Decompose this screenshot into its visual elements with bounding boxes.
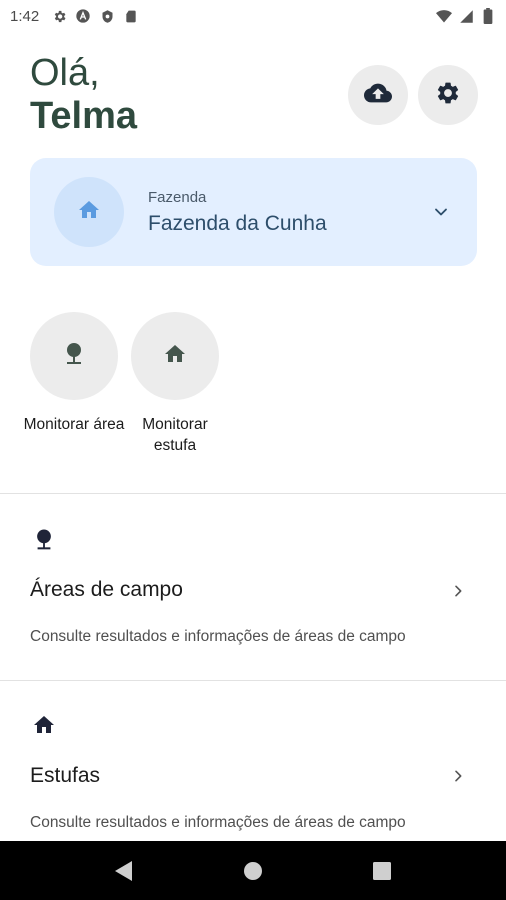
user-name: Telma (30, 95, 138, 137)
back-icon[interactable] (109, 856, 139, 886)
farm-name: Fazenda da Cunha (148, 211, 327, 235)
battery-icon (480, 8, 496, 24)
quick-action-circle (30, 312, 118, 400)
section-description: Consulte resultados e informações de áre… (30, 814, 406, 831)
quick-action-circle (131, 312, 219, 400)
tree-icon (62, 341, 86, 372)
section-greenhouses[interactable]: Estufas Consulte resultados e informaçõe… (0, 681, 506, 841)
settings-button[interactable] (418, 65, 478, 125)
chevron-down-icon (429, 200, 453, 224)
cloud-upload-icon (364, 79, 392, 112)
farm-selector[interactable]: Fazenda Fazenda da Cunha (30, 158, 477, 266)
cloud-upload-button[interactable] (348, 65, 408, 125)
section-title: Estufas (30, 764, 101, 787)
settings-icon (435, 80, 461, 111)
farm-text: Fazenda Fazenda da Cunha (148, 189, 429, 236)
quick-action-label: Monitorar área (23, 416, 125, 433)
wifi-icon (436, 8, 452, 24)
gear-icon (51, 8, 67, 24)
tree-icon (30, 526, 58, 554)
quick-action-monitor-area[interactable]: Monitorar área (24, 312, 124, 435)
sd-card-icon (123, 8, 139, 24)
section-title: Áreas de campo (30, 578, 183, 601)
quick-action-label: Monitorar estufa (142, 416, 208, 454)
a-icon (75, 8, 91, 24)
quick-action-monitor-greenhouse[interactable]: Monitorar estufa (131, 312, 219, 456)
recents-icon[interactable] (367, 856, 397, 886)
signal-icon (458, 8, 474, 24)
home-icon (30, 711, 58, 739)
chevron-right-icon (448, 581, 468, 601)
farm-avatar (54, 177, 124, 247)
status-bar: 1:42 (0, 0, 506, 32)
system-nav-bar (0, 841, 506, 900)
greeting: Olá, Telma (30, 52, 137, 138)
section-description: Consulte resultados e informações de áre… (30, 628, 406, 645)
greeting-text: Olá, (30, 52, 100, 94)
status-icons-left (51, 8, 139, 24)
farm-label: Fazenda (148, 188, 207, 206)
home-circle-icon[interactable] (238, 856, 268, 886)
status-icons-right (436, 8, 496, 24)
status-time: 1:42 (10, 7, 40, 25)
chevron-right-icon (448, 766, 468, 786)
shield-icon (99, 8, 115, 24)
home-icon (77, 198, 101, 227)
section-field-areas[interactable]: Áreas de campo Consulte resultados e inf… (0, 494, 506, 680)
home-icon (163, 342, 187, 371)
